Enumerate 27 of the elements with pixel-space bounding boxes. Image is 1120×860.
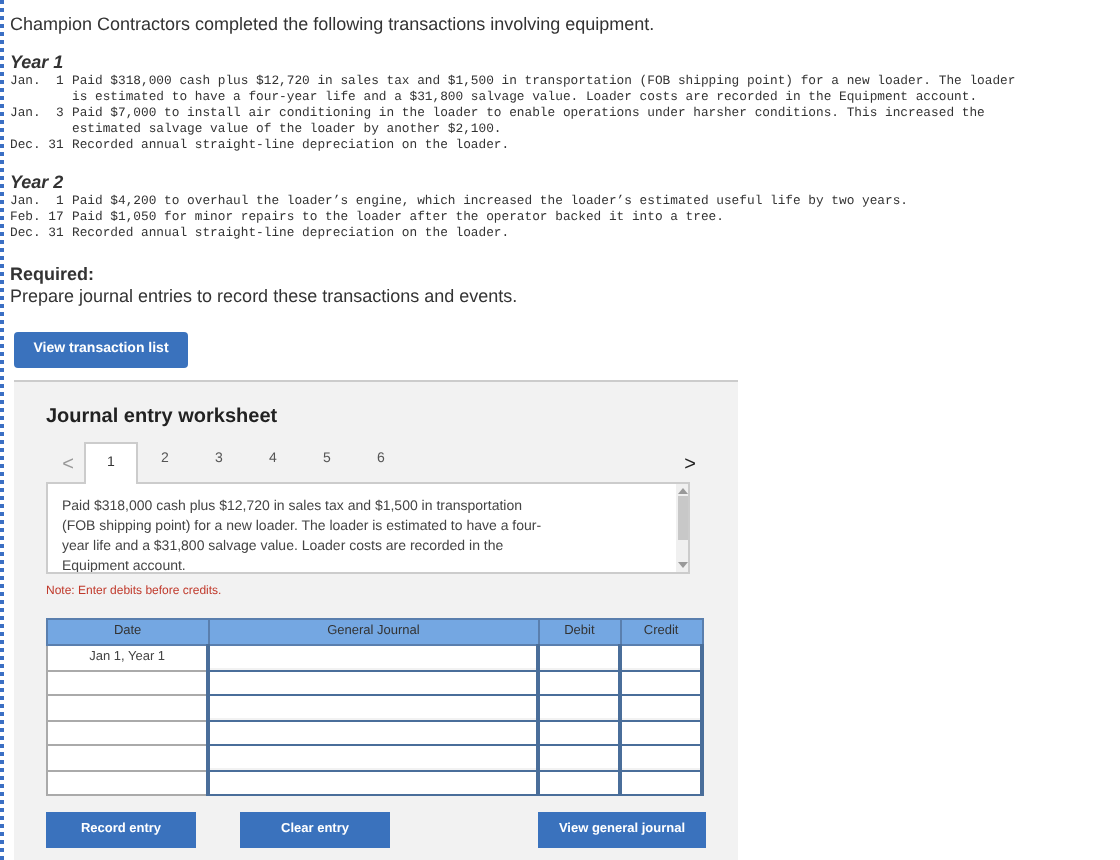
worksheet-title: Journal entry worksheet <box>46 406 278 430</box>
next-button[interactable]: > <box>678 448 702 480</box>
journal-account-field[interactable] <box>210 771 537 794</box>
debit-field[interactable] <box>540 721 619 744</box>
required-heading: Required: <box>10 264 95 286</box>
journal-account-field[interactable] <box>210 746 537 769</box>
credit-field[interactable] <box>622 671 700 694</box>
intro-text: Champion Contractors completed the following transactions involving equipment. <box>10 12 655 36</box>
credit-field[interactable] <box>622 646 700 669</box>
scroll-down-icon[interactable] <box>677 562 687 570</box>
credit-field[interactable] <box>622 771 700 794</box>
journal-account-field[interactable] <box>210 671 537 694</box>
credit-field[interactable] <box>622 746 700 769</box>
debit-field[interactable] <box>540 646 619 669</box>
journal-account-field[interactable] <box>210 721 537 744</box>
year-heading: Year 1 <box>10 52 64 74</box>
journal-account-field[interactable] <box>210 646 537 669</box>
debit-field[interactable] <box>540 771 619 794</box>
credit-field[interactable] <box>622 696 700 719</box>
scrollbar[interactable] <box>676 484 688 572</box>
debit-field[interactable] <box>540 746 619 769</box>
debit-field[interactable] <box>540 671 619 694</box>
journal-account-field[interactable] <box>210 696 537 719</box>
credit-field[interactable] <box>622 721 700 744</box>
debit-field[interactable] <box>540 696 619 719</box>
year-heading: Year 2 <box>10 172 64 194</box>
required-text: Prepare journal entries to record these transactions and events. <box>10 286 518 308</box>
